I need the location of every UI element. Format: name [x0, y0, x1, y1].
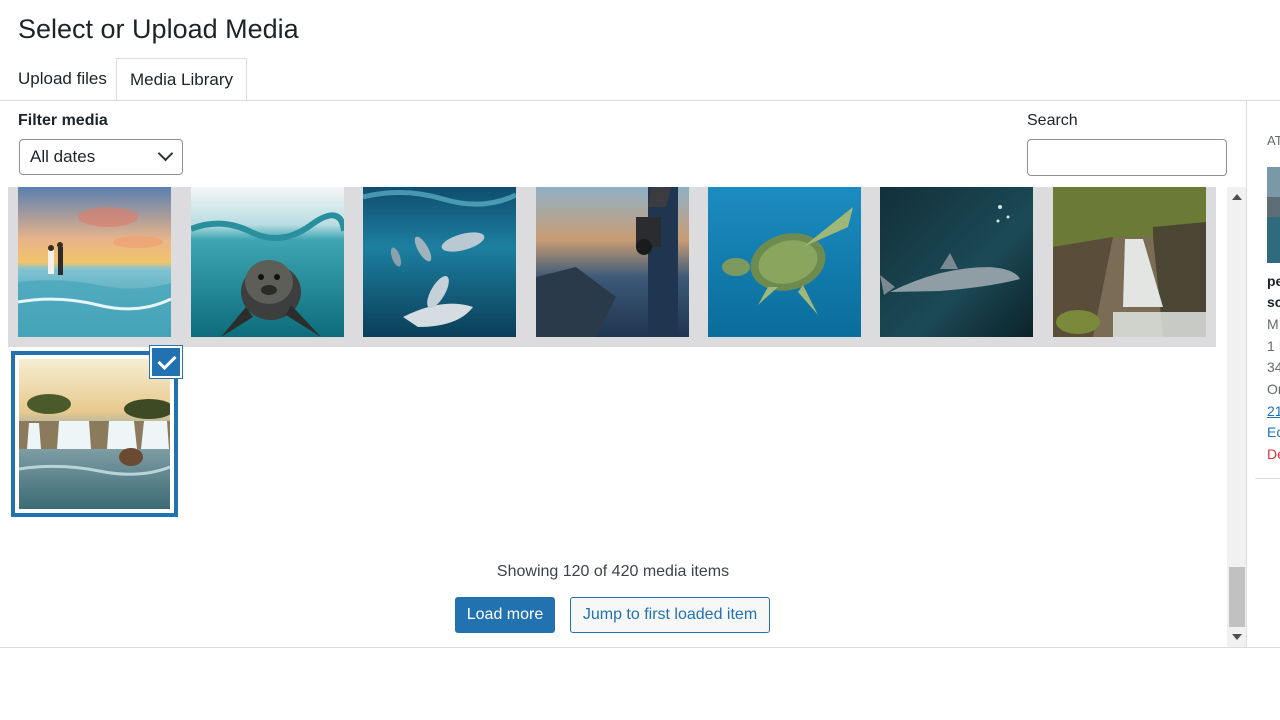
media-item-sea-lion[interactable]	[191, 187, 344, 337]
attachment-details-panel: AT pe sc M 1 I 34 Or 21 Ec De	[1247, 101, 1280, 647]
jump-to-first-button[interactable]: Jump to first loaded item	[570, 597, 770, 633]
media-item-dolphins[interactable]	[363, 187, 516, 337]
attachment-original: Or	[1267, 381, 1280, 397]
media-count-text: Showing 120 of 420 media items	[496, 563, 730, 580]
forest-waterfall-image	[1053, 187, 1206, 337]
date-filter-value: All dates	[30, 147, 96, 166]
media-item-photographer[interactable]	[536, 187, 689, 337]
date-filter-select[interactable]: All dates	[19, 139, 183, 175]
chevron-down-icon	[157, 145, 174, 162]
checkmark-icon[interactable]	[150, 346, 182, 378]
attachment-dimensions: 34	[1267, 359, 1280, 375]
media-item-shark[interactable]	[880, 187, 1033, 337]
tab-upload-files[interactable]: Upload files	[5, 58, 120, 100]
scrollbar-thumb[interactable]	[1229, 567, 1245, 627]
search-input[interactable]	[1027, 139, 1227, 176]
media-item-forest-waterfall[interactable]	[1053, 187, 1206, 337]
load-more-button[interactable]: Load more	[455, 597, 555, 633]
attachment-details-heading: AT	[1267, 133, 1280, 148]
attachment-filename-continued: sc	[1267, 294, 1280, 310]
media-grid: Showing 120 of 420 media items Load more…	[0, 187, 1226, 647]
attachment-filename: pe	[1267, 273, 1280, 289]
divider	[1255, 478, 1280, 479]
tab-media-library[interactable]: Media Library	[116, 58, 247, 101]
sea-lion-underwater-image	[191, 187, 344, 337]
attachment-original-link[interactable]: 21	[1267, 403, 1280, 419]
scroll-up-arrow-icon[interactable]	[1232, 194, 1242, 200]
filter-media-label: Filter media	[18, 112, 108, 129]
media-item-sea-turtle[interactable]	[708, 187, 861, 337]
delete-permanently-link[interactable]: De	[1267, 446, 1280, 462]
edit-image-link[interactable]: Ec	[1267, 424, 1280, 440]
sea-turtle-image	[708, 187, 861, 337]
dolphins-underwater-image	[363, 187, 516, 337]
search-label: Search	[1027, 112, 1078, 129]
divider	[0, 647, 1280, 648]
waterfall-lake-image	[1267, 167, 1280, 263]
modal-title: Select or Upload Media	[18, 14, 299, 44]
attachment-thumbnail	[1267, 167, 1280, 263]
shark-image	[880, 187, 1033, 337]
media-item-beach-couple[interactable]	[18, 187, 171, 337]
attachment-date: M	[1267, 316, 1279, 332]
photographer-camera-image	[536, 187, 689, 337]
scroll-down-arrow-icon[interactable]	[1232, 634, 1242, 640]
attachment-size: 1 I	[1267, 338, 1280, 354]
divider	[0, 100, 1280, 101]
grid-scrollbar[interactable]	[1227, 187, 1246, 647]
beach-couple-sunset-image	[18, 187, 171, 337]
waterfall-lake-image	[19, 359, 170, 509]
